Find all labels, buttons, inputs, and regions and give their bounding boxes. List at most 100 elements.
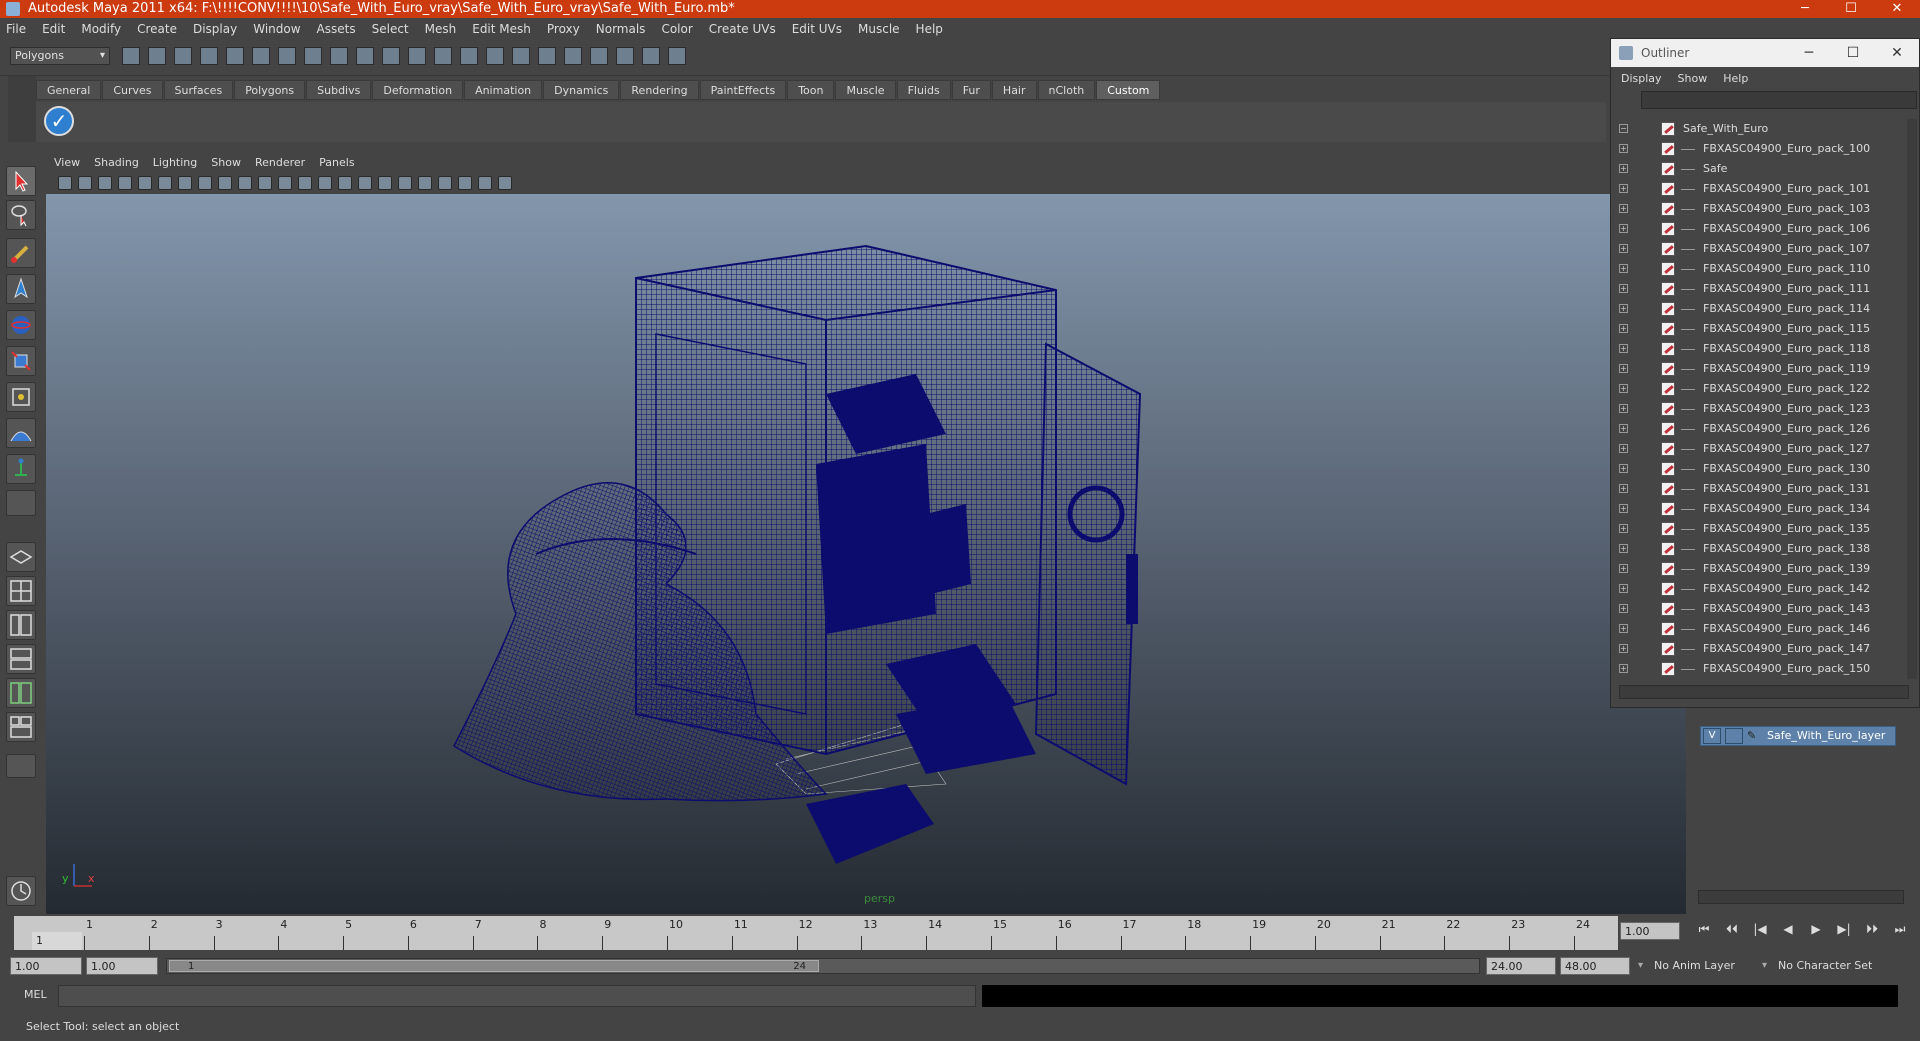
outliner-menu-display[interactable]: Display	[1621, 72, 1662, 85]
ipr-render-icon[interactable]	[538, 47, 556, 65]
outliner-close-button[interactable]: ✕	[1875, 39, 1919, 67]
expand-toggle-icon[interactable]: +	[1619, 464, 1628, 473]
render-frame-icon[interactable]	[512, 47, 530, 65]
outliner-item[interactable]: + FBXASC04900_Euro_pack_106	[1611, 219, 1905, 239]
end-time-field[interactable]: 48.00	[1560, 957, 1630, 975]
expand-toggle-icon[interactable]: +	[1619, 244, 1628, 253]
shelf-tab-curves[interactable]: Curves	[102, 80, 163, 100]
outliner-item[interactable]: + FBXASC04900_Euro_pack_110	[1611, 259, 1905, 279]
shelf-tab-general[interactable]: General	[36, 80, 102, 100]
time-slider[interactable]: 1 1 2 3 4 5 6 7 8 9 10 11 12 13 14 15 16 17 18 19 20 21 22 23 2…	[14, 916, 1618, 950]
expand-toggle-icon[interactable]: +	[1619, 544, 1628, 553]
minimize-button[interactable]: ─	[1782, 0, 1828, 18]
menu-window[interactable]: Window	[253, 22, 300, 36]
attribute-editor-icon[interactable]	[616, 47, 634, 65]
2d-pan-zoom-icon[interactable]	[138, 176, 152, 190]
menu-edit-mesh[interactable]: Edit Mesh	[472, 22, 531, 36]
outliner-item[interactable]: + FBXASC04900_Euro_pack_134	[1611, 499, 1905, 519]
history-icon[interactable]	[434, 47, 452, 65]
shelf-tab-custom[interactable]: Custom	[1096, 80, 1161, 100]
outliner-item[interactable]: + FBXASC04900_Euro_pack_146	[1611, 619, 1905, 639]
current-frame-marker[interactable]: 1	[32, 932, 82, 950]
start-time-field[interactable]: 1.00	[10, 957, 82, 975]
expand-toggle-icon[interactable]: +	[1619, 504, 1628, 513]
rotate-tool-icon[interactable]	[6, 310, 36, 340]
four-pane-layout-icon[interactable]	[6, 576, 36, 606]
menu-proxy[interactable]: Proxy	[547, 22, 580, 36]
shelf-tab-deformation[interactable]: Deformation	[372, 80, 464, 100]
step-forward-frame-icon[interactable]: ▶|	[1830, 922, 1858, 942]
outliner-minimize-button[interactable]: ─	[1787, 39, 1831, 67]
perspective-viewport[interactable]: y x persp	[46, 194, 1686, 914]
shelf-menu-handle[interactable]	[8, 76, 36, 142]
expand-toggle-icon[interactable]: +	[1619, 424, 1628, 433]
outliner-item[interactable]: + FBXASC04900_Euro_pack_122	[1611, 379, 1905, 399]
menu-mesh[interactable]: Mesh	[425, 22, 457, 36]
menu-display[interactable]: Display	[193, 22, 237, 36]
outliner-item[interactable]: + Safe	[1611, 159, 1905, 179]
layer-visibility-toggle[interactable]: V	[1703, 728, 1721, 744]
outliner-item[interactable]: + FBXASC04900_Euro_pack_114	[1611, 299, 1905, 319]
viewport-menu-show[interactable]: Show	[211, 156, 241, 169]
layer-horizontal-scrollbar[interactable]	[1698, 890, 1904, 904]
go-to-start-icon[interactable]: ⏮	[1690, 922, 1718, 942]
range-slider[interactable]: 1 24	[166, 958, 1480, 974]
playback-end-field[interactable]: 24.00	[1486, 957, 1556, 975]
lasso-tool-icon[interactable]	[6, 200, 36, 230]
expand-toggle-icon[interactable]: +	[1619, 404, 1628, 413]
single-pane-layout-icon[interactable]	[6, 542, 36, 572]
camera-select-icon[interactable]	[58, 176, 72, 190]
expand-toggle-icon[interactable]: +	[1619, 164, 1628, 173]
last-tool-slot[interactable]	[6, 490, 36, 516]
step-forward-key-icon[interactable]: ⏵⏵	[1858, 922, 1886, 942]
more-layouts-icon[interactable]	[6, 754, 36, 778]
menu-set-dropdown[interactable]: Polygons	[10, 47, 110, 65]
render-settings-icon[interactable]	[564, 47, 582, 65]
anim-layer-dropdown[interactable]: No Anim Layer	[1638, 957, 1760, 975]
outliner-item[interactable]: + FBXASC04900_Euro_pack_119	[1611, 359, 1905, 379]
scale-tool-icon[interactable]	[6, 346, 36, 376]
outliner-item[interactable]: + FBXASC04900_Euro_pack_107	[1611, 239, 1905, 259]
shelf-tab-animation[interactable]: Animation	[464, 80, 543, 100]
outliner-item[interactable]: + FBXASC04900_Euro_pack_127	[1611, 439, 1905, 459]
custom-layout-icon[interactable]	[6, 712, 36, 742]
expand-toggle-icon[interactable]: +	[1619, 344, 1628, 353]
outliner-item[interactable]: + FBXASC04900_Euro_pack_100	[1611, 139, 1905, 159]
expand-toggle-icon[interactable]: +	[1619, 644, 1628, 653]
outliner-item[interactable]: + FBXASC04900_Euro_pack_147	[1611, 639, 1905, 659]
step-back-frame-icon[interactable]: |◀	[1746, 922, 1774, 942]
paint-select-tool-icon[interactable]	[6, 238, 36, 268]
go-to-end-icon[interactable]: ⏭	[1886, 922, 1914, 942]
wireframe-on-shaded-icon[interactable]	[338, 176, 352, 190]
outliner-item[interactable]: + FBXASC04900_Euro_pack_111	[1611, 279, 1905, 299]
shelf-tab-dynamics[interactable]: Dynamics	[543, 80, 620, 100]
viewport-menu-view[interactable]: View	[54, 156, 80, 169]
outliner-vertical-scrollbar[interactable]	[1907, 119, 1917, 679]
expand-toggle-icon[interactable]: +	[1619, 184, 1628, 193]
lock-icon[interactable]	[486, 47, 504, 65]
mel-command-input[interactable]	[58, 985, 976, 1007]
expand-toggle-icon[interactable]: +	[1619, 284, 1628, 293]
viewport-menu-lighting[interactable]: Lighting	[153, 156, 197, 169]
outliner-item[interactable]: − Safe_With_Euro	[1611, 119, 1905, 139]
film-gate-icon[interactable]	[178, 176, 192, 190]
outliner-item[interactable]: + FBXASC04900_Euro_pack_139	[1611, 559, 1905, 579]
outliner-item[interactable]: + FBXASC04900_Euro_pack_142	[1611, 579, 1905, 599]
menu-help[interactable]: Help	[916, 22, 943, 36]
tool-settings-icon[interactable]	[642, 47, 660, 65]
bookmarks-icon[interactable]	[98, 176, 112, 190]
outliner-item[interactable]: + FBXASC04900_Euro_pack_123	[1611, 399, 1905, 419]
outliner-maximize-button[interactable]: ☐	[1831, 39, 1875, 67]
expand-toggle-icon[interactable]: +	[1619, 204, 1628, 213]
all-lights-icon[interactable]	[398, 176, 412, 190]
character-set-dropdown[interactable]: No Character Set	[1762, 957, 1894, 975]
default-lighting-icon[interactable]	[378, 176, 392, 190]
outliner-item[interactable]: + FBXASC04900_Euro_pack_138	[1611, 539, 1905, 559]
persp-graph-layout-icon[interactable]	[6, 644, 36, 674]
xray-joints-icon[interactable]	[478, 176, 492, 190]
textured-icon[interactable]	[358, 176, 372, 190]
menu-edit[interactable]: Edit	[42, 22, 65, 36]
outliner-item[interactable]: + FBXASC04900_Euro_pack_130	[1611, 459, 1905, 479]
universal-manipulator-icon[interactable]	[6, 382, 36, 412]
open-scene-icon[interactable]	[148, 47, 166, 65]
